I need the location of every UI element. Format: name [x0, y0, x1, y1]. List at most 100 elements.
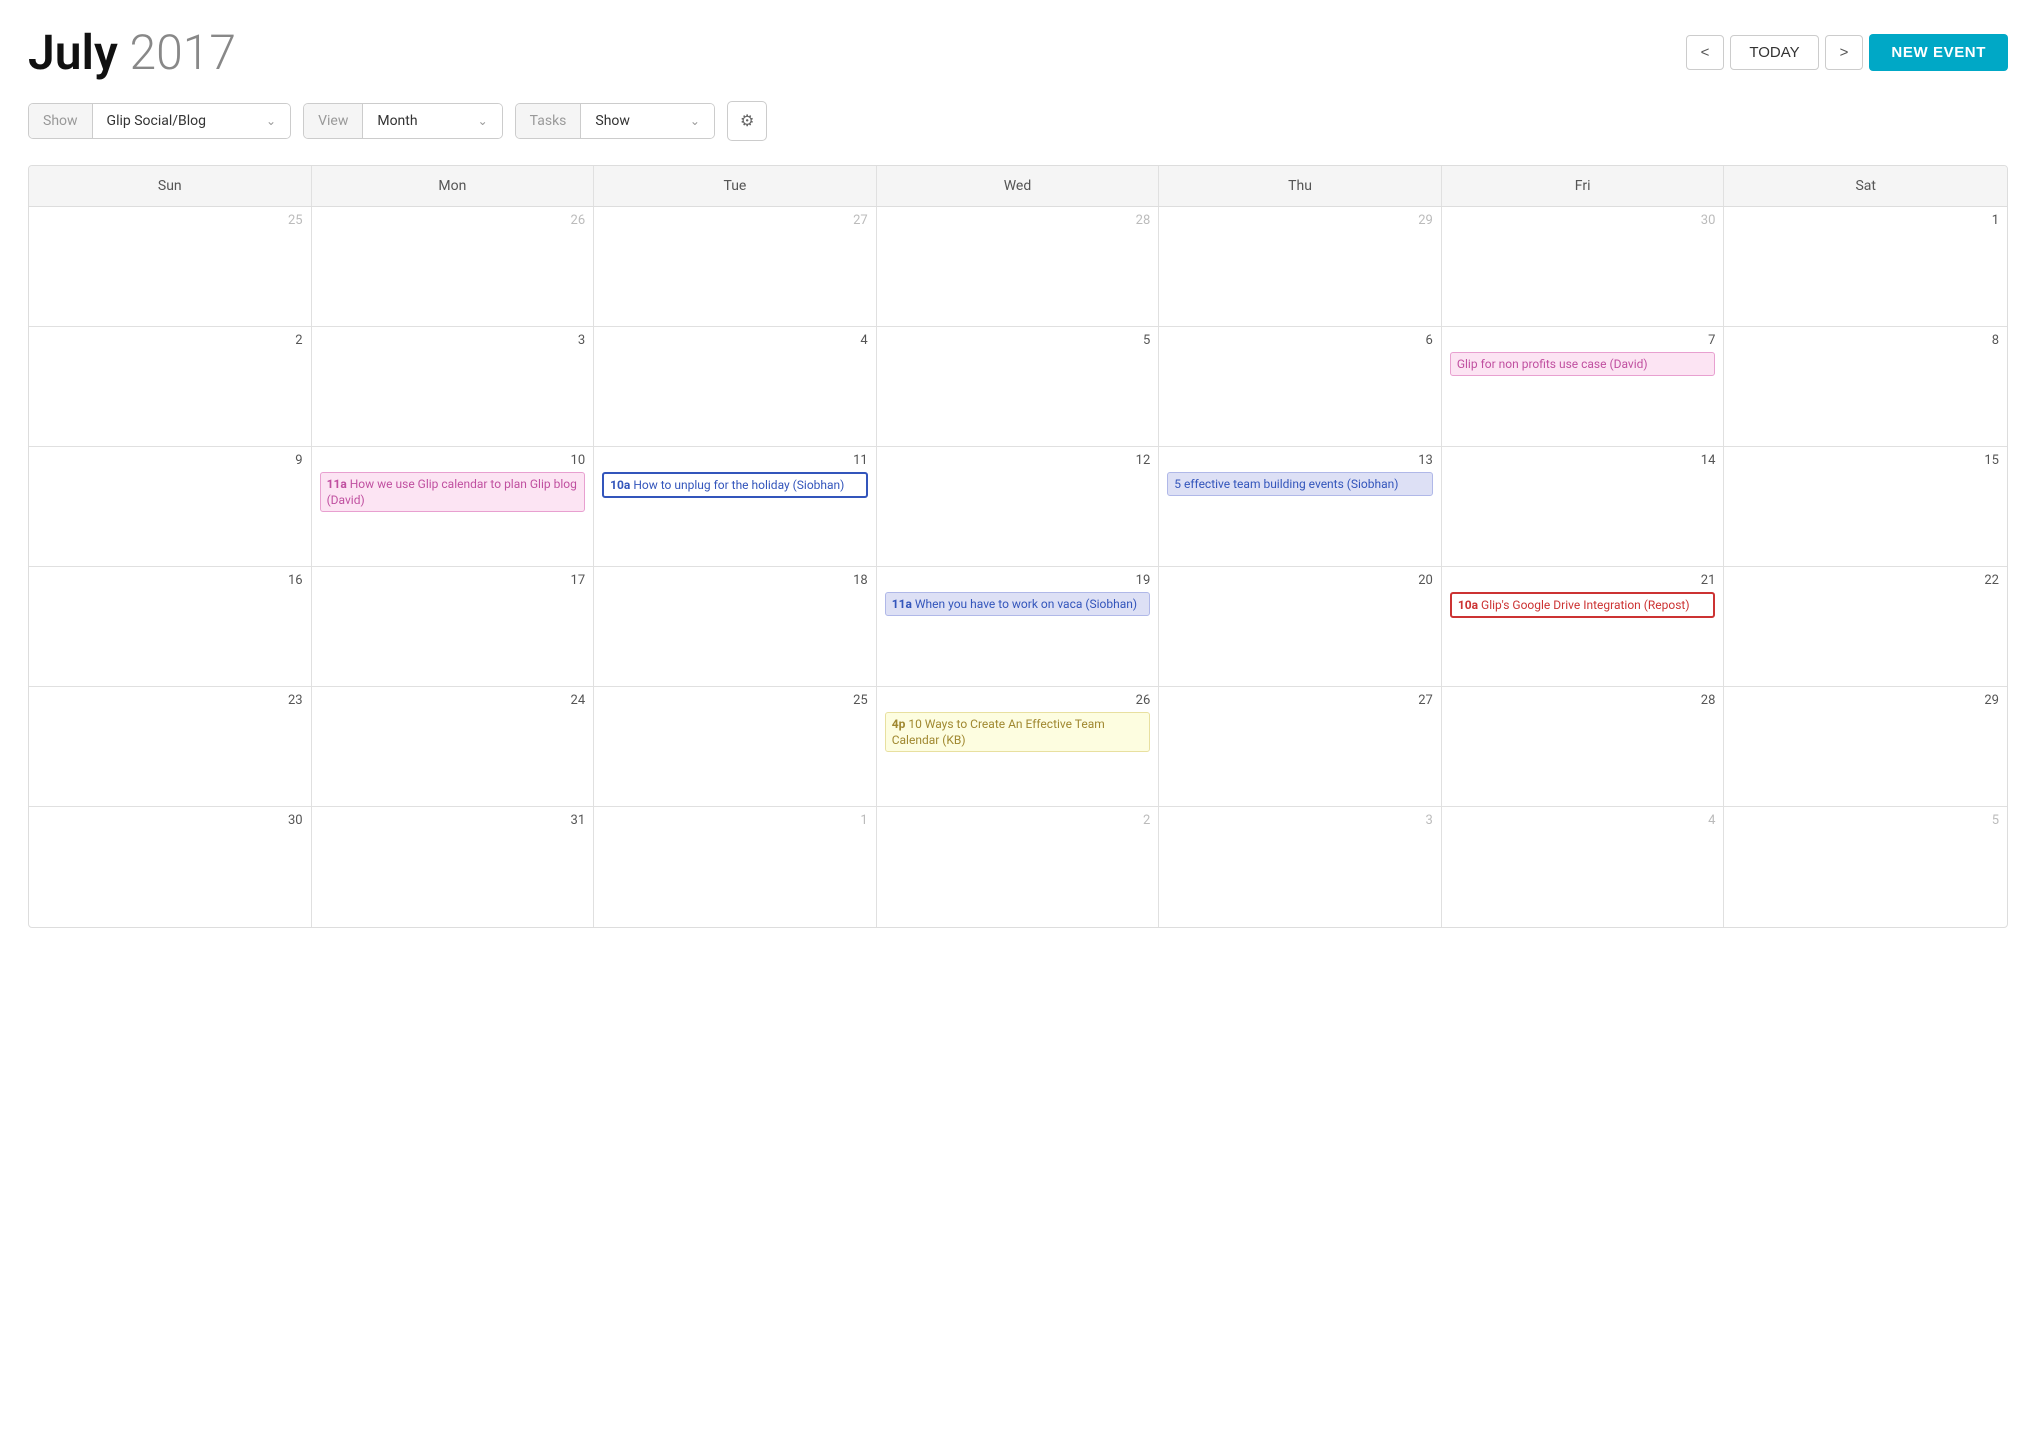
- day-number: 19: [885, 573, 1151, 588]
- calendar-cell[interactable]: 29: [1724, 687, 2007, 807]
- calendar-cell[interactable]: 4: [594, 327, 877, 447]
- event-time: 11a: [892, 597, 915, 611]
- calendar-cell[interactable]: 24: [312, 687, 595, 807]
- calendar-cell[interactable]: 16: [29, 567, 312, 687]
- calendar-event[interactable]: 5 effective team building events (Siobha…: [1167, 472, 1433, 496]
- event-title: 5 effective team building events (Siobha…: [1174, 477, 1398, 491]
- calendar-cell[interactable]: 30: [1442, 207, 1725, 327]
- header-controls: < TODAY > NEW EVENT: [1686, 34, 2008, 71]
- calendar-cell[interactable]: 27: [1159, 687, 1442, 807]
- toolbar: Show Glip Social/Blog ⌄ View Month ⌄ Tas…: [28, 101, 2008, 141]
- calendar-cell[interactable]: 20: [1159, 567, 1442, 687]
- day-header: Sun: [29, 166, 312, 206]
- day-number: 2: [37, 333, 303, 348]
- calendar-cell[interactable]: 6: [1159, 327, 1442, 447]
- calendar-cell[interactable]: 11 10a How to unplug for the holiday (Sio…: [594, 447, 877, 567]
- calendar: SunMonTueWedThuFriSat 252627282930123456…: [28, 165, 2008, 928]
- day-number: 20: [1167, 573, 1433, 588]
- calendar-event[interactable]: 10a Glip's Google Drive Integration (Rep…: [1450, 592, 1716, 618]
- calendar-cell[interactable]: 8: [1724, 327, 2007, 447]
- day-number: 29: [1167, 213, 1433, 228]
- calendar-cell[interactable]: 3: [1159, 807, 1442, 927]
- calendar-cell[interactable]: 2110a Glip's Google Drive Integration (R…: [1442, 567, 1725, 687]
- day-number: 14: [1450, 453, 1716, 468]
- calendar-cell[interactable]: 18: [594, 567, 877, 687]
- today-button[interactable]: TODAY: [1730, 35, 1818, 70]
- day-header: Sat: [1724, 166, 2007, 206]
- calendar-cell[interactable]: 17: [312, 567, 595, 687]
- day-number: 22: [1732, 573, 1999, 588]
- day-number: 11: [602, 453, 868, 468]
- settings-button[interactable]: ⚙: [727, 101, 767, 141]
- next-button[interactable]: >: [1825, 35, 1864, 70]
- calendar-cell[interactable]: 25: [594, 687, 877, 807]
- calendar-cell[interactable]: 30: [29, 807, 312, 927]
- day-header: Wed: [877, 166, 1160, 206]
- calendar-cell[interactable]: 27: [594, 207, 877, 327]
- day-number: 25: [37, 213, 303, 228]
- calendar-cell[interactable]: 135 effective team building events (Siob…: [1159, 447, 1442, 567]
- show-value: Glip Social/Blog: [107, 113, 206, 129]
- tasks-select[interactable]: Show ⌄: [581, 104, 714, 138]
- day-number: 1: [602, 813, 868, 828]
- day-number: 6: [1167, 333, 1433, 348]
- day-number: 7: [1450, 333, 1716, 348]
- day-number: 16: [37, 573, 303, 588]
- calendar-cell[interactable]: 22: [1724, 567, 2007, 687]
- calendar-cell[interactable]: 4: [1442, 807, 1725, 927]
- calendar-event[interactable]: 4p 10 Ways to Create An Effective Team C…: [885, 712, 1151, 752]
- day-number: 10: [320, 453, 586, 468]
- calendar-cell[interactable]: 29: [1159, 207, 1442, 327]
- calendar-cell[interactable]: 14: [1442, 447, 1725, 567]
- tasks-label: Tasks: [516, 104, 582, 138]
- day-number: 4: [1450, 813, 1716, 828]
- calendar-cell[interactable]: 31: [312, 807, 595, 927]
- calendar-cell[interactable]: 3: [312, 327, 595, 447]
- calendar-cell[interactable]: 23: [29, 687, 312, 807]
- calendar-event[interactable]: 11a How we use Glip calendar to plan Gli…: [320, 472, 586, 512]
- calendar-cell[interactable]: 19 11a When you have to work on vaca (Sio…: [877, 567, 1160, 687]
- calendar-cell[interactable]: 1: [1724, 207, 2007, 327]
- view-group: View Month ⌄: [303, 103, 503, 139]
- day-number: 30: [37, 813, 303, 828]
- calendar-cell[interactable]: 5: [877, 327, 1160, 447]
- calendar-cell[interactable]: 28: [877, 207, 1160, 327]
- tasks-group: Tasks Show ⌄: [515, 103, 715, 139]
- calendar-cell[interactable]: 26: [312, 207, 595, 327]
- calendar-title: July 2017: [28, 24, 236, 81]
- prev-button[interactable]: <: [1686, 35, 1725, 70]
- view-select[interactable]: Month ⌄: [363, 104, 501, 138]
- event-title: 10 Ways to Create An Effective Team Cale…: [892, 717, 1105, 747]
- calendar-cell[interactable]: 15: [1724, 447, 2007, 567]
- day-number: 15: [1732, 453, 1999, 468]
- calendar-cell[interactable]: 28: [1442, 687, 1725, 807]
- page-header: July 2017 < TODAY > NEW EVENT: [28, 24, 2008, 81]
- calendar-event[interactable]: 11a When you have to work on vaca (Siobh…: [885, 592, 1151, 616]
- show-label: Show: [29, 104, 93, 138]
- calendar-cell[interactable]: 10 11a How we use Glip calendar to plan G…: [312, 447, 595, 567]
- calendar-cell[interactable]: 7 Glip for non profits use case (David): [1442, 327, 1725, 447]
- show-select[interactable]: Glip Social/Blog ⌄: [93, 104, 291, 138]
- calendar-cell[interactable]: 2: [877, 807, 1160, 927]
- month-label: July: [28, 24, 118, 81]
- calendar-body: 2526272829301234567Glip for non profits …: [29, 207, 2007, 927]
- calendar-cell[interactable]: 9: [29, 447, 312, 567]
- day-number: 3: [1167, 813, 1433, 828]
- calendar-cell[interactable]: 12: [877, 447, 1160, 567]
- calendar-cell[interactable]: 2: [29, 327, 312, 447]
- day-number: 5: [1732, 813, 1999, 828]
- calendar-cell[interactable]: 264p 10 Ways to Create An Effective Team…: [877, 687, 1160, 807]
- new-event-button[interactable]: NEW EVENT: [1869, 34, 2008, 71]
- day-number: 9: [37, 453, 303, 468]
- calendar-cell[interactable]: 1: [594, 807, 877, 927]
- event-time: 4p: [892, 717, 909, 731]
- tasks-chevron-icon: ⌄: [690, 114, 700, 128]
- calendar-cell[interactable]: 5: [1724, 807, 2007, 927]
- calendar-event[interactable]: 10a How to unplug for the holiday (Siobh…: [602, 472, 868, 498]
- calendar-cell[interactable]: 25: [29, 207, 312, 327]
- calendar-event[interactable]: Glip for non profits use case (David): [1450, 352, 1716, 376]
- event-time: 11a: [327, 477, 350, 491]
- day-number: 12: [885, 453, 1151, 468]
- event-title: How we use Glip calendar to plan Glip bl…: [327, 477, 577, 507]
- event-time: 10a: [1458, 598, 1481, 612]
